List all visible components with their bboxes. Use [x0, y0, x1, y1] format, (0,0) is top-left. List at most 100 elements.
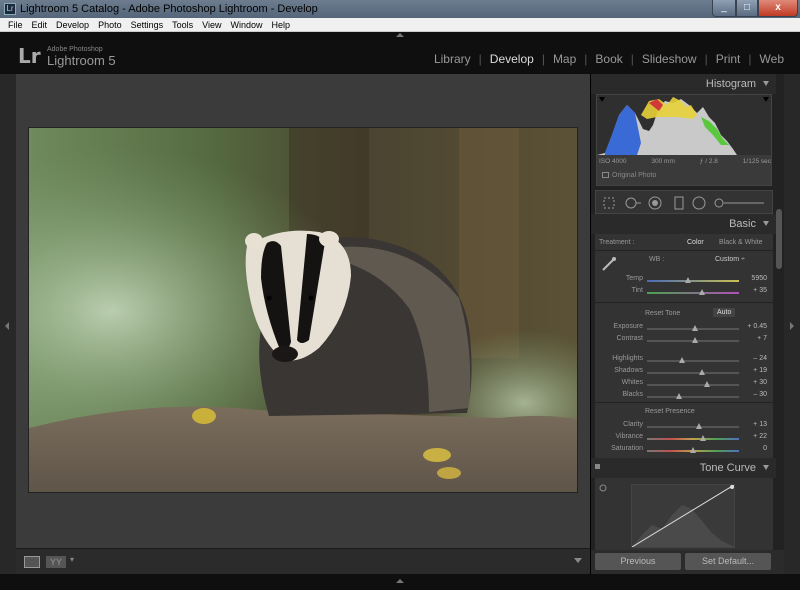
loupe-view-button[interactable] — [24, 556, 40, 568]
slider-exposure[interactable]: Exposure + 0.45 — [595, 322, 773, 334]
slider-track[interactable] — [647, 277, 739, 283]
menu-develop[interactable]: Develop — [56, 20, 89, 30]
module-develop[interactable]: Develop — [482, 52, 542, 66]
module-web[interactable]: Web — [752, 52, 792, 66]
slider-track[interactable] — [647, 435, 739, 441]
slider-blacks[interactable]: Blacks – 30 — [595, 390, 773, 402]
menu-help[interactable]: Help — [272, 20, 291, 30]
slider-handle[interactable] — [691, 325, 698, 331]
collapse-triangle-icon[interactable] — [763, 221, 769, 226]
left-panel-toggle-icon[interactable] — [5, 322, 9, 330]
slider-whites[interactable]: Whites + 30 — [595, 378, 773, 390]
original-photo-toggle[interactable]: Original Photo — [602, 172, 656, 179]
lightroom-app-icon[interactable]: Lr — [4, 3, 16, 15]
menu-window[interactable]: Window — [231, 20, 263, 30]
tone-curve-header[interactable]: Tone Curve — [591, 458, 776, 478]
menu-file[interactable]: File — [8, 20, 23, 30]
histogram-header[interactable]: Histogram — [591, 74, 776, 94]
slider-handle[interactable] — [695, 423, 702, 429]
menu-settings[interactable]: Settings — [131, 20, 164, 30]
slider-track[interactable] — [647, 447, 739, 453]
reset-presence-button[interactable]: Reset Presence — [645, 408, 695, 415]
slider-track[interactable] — [647, 369, 739, 375]
treatment-bw-option[interactable]: Black & White — [719, 239, 763, 246]
slider-value[interactable]: + 19 — [737, 367, 767, 374]
slider-handle[interactable] — [676, 393, 683, 399]
slider-track[interactable] — [647, 337, 739, 343]
adjustment-brush-icon[interactable] — [714, 196, 768, 210]
slider-handle[interactable] — [699, 289, 706, 295]
radial-filter-icon[interactable] — [692, 196, 706, 210]
module-map[interactable]: Map — [545, 52, 584, 66]
slider-value[interactable]: + 7 — [737, 335, 767, 342]
slider-track[interactable] — [647, 289, 739, 295]
slider-vibrance[interactable]: Vibrance + 22 — [595, 432, 773, 444]
menu-view[interactable]: View — [202, 20, 221, 30]
menu-edit[interactable]: Edit — [32, 20, 48, 30]
auto-tone-button[interactable]: Auto — [713, 308, 736, 317]
close-button[interactable]: x — [758, 0, 798, 17]
module-slideshow[interactable]: Slideshow — [634, 52, 705, 66]
toolbar-options-icon[interactable] — [574, 558, 582, 563]
graduated-filter-icon[interactable] — [672, 196, 686, 210]
filmstrip-toggle-icon[interactable] — [396, 579, 404, 583]
slider-highlights[interactable]: Highlights – 24 — [595, 354, 773, 366]
slider-value[interactable]: + 35 — [737, 287, 767, 294]
menu-tools[interactable]: Tools — [172, 20, 193, 30]
slider-handle[interactable] — [700, 435, 707, 441]
collapse-triangle-icon[interactable] — [763, 465, 769, 470]
slider-value[interactable]: 5950 — [737, 275, 767, 282]
slider-contrast[interactable]: Contrast + 7 — [595, 334, 773, 346]
slider-clarity[interactable]: Clarity + 13 — [595, 420, 773, 432]
module-library[interactable]: Library — [426, 52, 479, 66]
slider-track[interactable] — [647, 357, 739, 363]
maximize-button[interactable]: □ — [736, 0, 758, 17]
reset-tone-button[interactable]: Reset Tone — [645, 310, 680, 317]
slider-handle[interactable] — [678, 357, 685, 363]
slider-value[interactable]: + 0.45 — [737, 323, 767, 330]
slider-value[interactable]: 0 — [737, 445, 767, 452]
slider-value[interactable]: – 30 — [737, 391, 767, 398]
badger-photo[interactable] — [28, 127, 578, 493]
set-default-button[interactable]: Set Default... — [685, 553, 771, 570]
slider-handle[interactable] — [691, 337, 698, 343]
collapse-triangle-icon[interactable] — [763, 81, 769, 86]
slider-handle[interactable] — [690, 447, 696, 453]
slider-handle[interactable] — [699, 369, 706, 375]
slider-value[interactable]: – 24 — [737, 355, 767, 362]
slider-track[interactable] — [647, 393, 739, 399]
previous-button[interactable]: Previous — [595, 553, 681, 570]
slider-temp[interactable]: Temp 5950 — [595, 274, 773, 286]
before-after-dropdown-icon[interactable]: ▾ — [70, 555, 74, 564]
slider-handle[interactable] — [685, 277, 692, 283]
minimize-button[interactable]: _ — [712, 0, 736, 17]
slider-shadows[interactable]: Shadows + 19 — [595, 366, 773, 378]
spot-removal-icon[interactable] — [624, 196, 642, 210]
treatment-color-option[interactable]: Color — [687, 239, 704, 246]
slider-tint[interactable]: Tint + 35 — [595, 286, 773, 298]
crop-overlay-icon[interactable] — [602, 196, 616, 210]
tone-curve-graph[interactable] — [631, 484, 735, 548]
slider-value[interactable]: + 13 — [737, 421, 767, 428]
slider-value[interactable]: + 30 — [737, 379, 767, 386]
panel-scrollbar[interactable] — [776, 209, 782, 269]
slider-saturation[interactable]: Saturation 0 — [595, 444, 773, 456]
targeted-adjustment-icon[interactable] — [599, 484, 607, 492]
slider-track[interactable] — [647, 381, 739, 387]
white-balance-eyedropper-icon[interactable] — [601, 256, 617, 272]
module-print[interactable]: Print — [708, 52, 749, 66]
menu-photo[interactable]: Photo — [98, 20, 122, 30]
slider-track[interactable] — [647, 423, 739, 429]
basic-header[interactable]: Basic — [591, 214, 776, 234]
slider-handle[interactable] — [703, 381, 710, 387]
module-book[interactable]: Book — [587, 52, 630, 66]
wb-preset-dropdown[interactable]: Custom ÷ — [715, 256, 745, 263]
original-photo-checkbox[interactable] — [602, 172, 609, 179]
right-panel-toggle-icon[interactable] — [790, 322, 794, 330]
panel-switch-icon[interactable] — [595, 464, 600, 469]
red-eye-icon[interactable] — [648, 196, 662, 210]
top-panel-toggle-icon[interactable] — [396, 33, 404, 37]
before-after-button[interactable]: YY — [46, 556, 66, 568]
slider-value[interactable]: + 22 — [737, 433, 767, 440]
slider-track[interactable] — [647, 325, 739, 331]
